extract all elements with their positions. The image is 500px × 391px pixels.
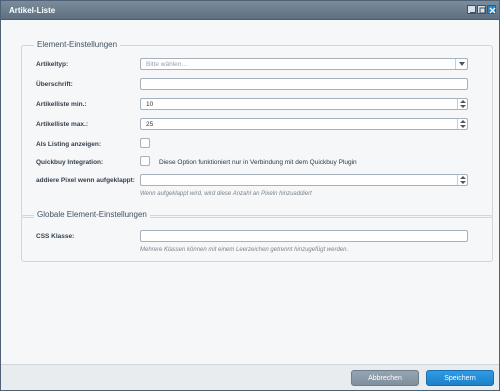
- chevron-down-icon[interactable]: [455, 59, 467, 69]
- minimize-icon[interactable]: [467, 5, 476, 14]
- element-settings-fieldset: Element-Einstellungen Artikeltyp: Bitte …: [21, 40, 493, 218]
- title-bar[interactable]: Artikel-Liste: [1, 1, 499, 20]
- maximize-icon[interactable]: [477, 5, 486, 14]
- min-label: Artikelliste min.:: [36, 101, 87, 108]
- stepper-icon[interactable]: [457, 175, 467, 185]
- artikeltyp-select[interactable]: Bitte wählen...: [140, 58, 468, 70]
- pixel-input[interactable]: [140, 174, 468, 186]
- css-help: Mehrere Klassen können mit einem Leerzei…: [140, 247, 349, 253]
- ueberschrift-label: Überschrift:: [36, 81, 73, 88]
- css-class-input[interactable]: [140, 230, 468, 242]
- listing-label: Als Listing anzeigen:: [36, 141, 102, 148]
- ueberschrift-input[interactable]: [140, 78, 468, 90]
- global-settings-legend: Globale Element-Einstellungen: [34, 210, 150, 219]
- global-settings-fieldset: Globale Element-Einstellungen CSS Klasse…: [21, 210, 493, 262]
- css-label: CSS Klasse:: [36, 233, 75, 240]
- dialog-content: Element-Einstellungen Artikeltyp: Bitte …: [1, 21, 499, 364]
- max-input[interactable]: 25: [140, 118, 468, 130]
- quickbuy-label: Quickbuy Integration:: [36, 159, 104, 166]
- dialog-window: Artikel-Liste Element-Einstellungen Arti…: [0, 0, 500, 391]
- stepper-icon[interactable]: [457, 119, 467, 129]
- window-title: Artikel-Liste: [9, 6, 56, 15]
- quickbuy-note: Diese Option funktioniert nur in Verbind…: [159, 159, 357, 166]
- artikeltyp-label: Artikeltyp:: [36, 61, 69, 68]
- cancel-button[interactable]: Abbrechen: [351, 370, 419, 386]
- element-settings-legend: Element-Einstellungen: [34, 40, 121, 49]
- pixel-label: addiere Pixel wenn aufgeklappt:: [36, 177, 135, 184]
- pixel-help: Wenn aufgeklappt wird, wird diese Anzahl…: [140, 191, 312, 197]
- stepper-icon[interactable]: [457, 99, 467, 109]
- save-button[interactable]: Speichern: [426, 370, 494, 386]
- dialog-footer: Abbrechen Speichern: [1, 364, 499, 390]
- close-icon[interactable]: [487, 5, 496, 14]
- quickbuy-checkbox[interactable]: [140, 156, 150, 166]
- min-input[interactable]: 10: [140, 98, 468, 110]
- max-label: Artikelliste max.:: [36, 121, 89, 128]
- listing-checkbox[interactable]: [140, 138, 150, 148]
